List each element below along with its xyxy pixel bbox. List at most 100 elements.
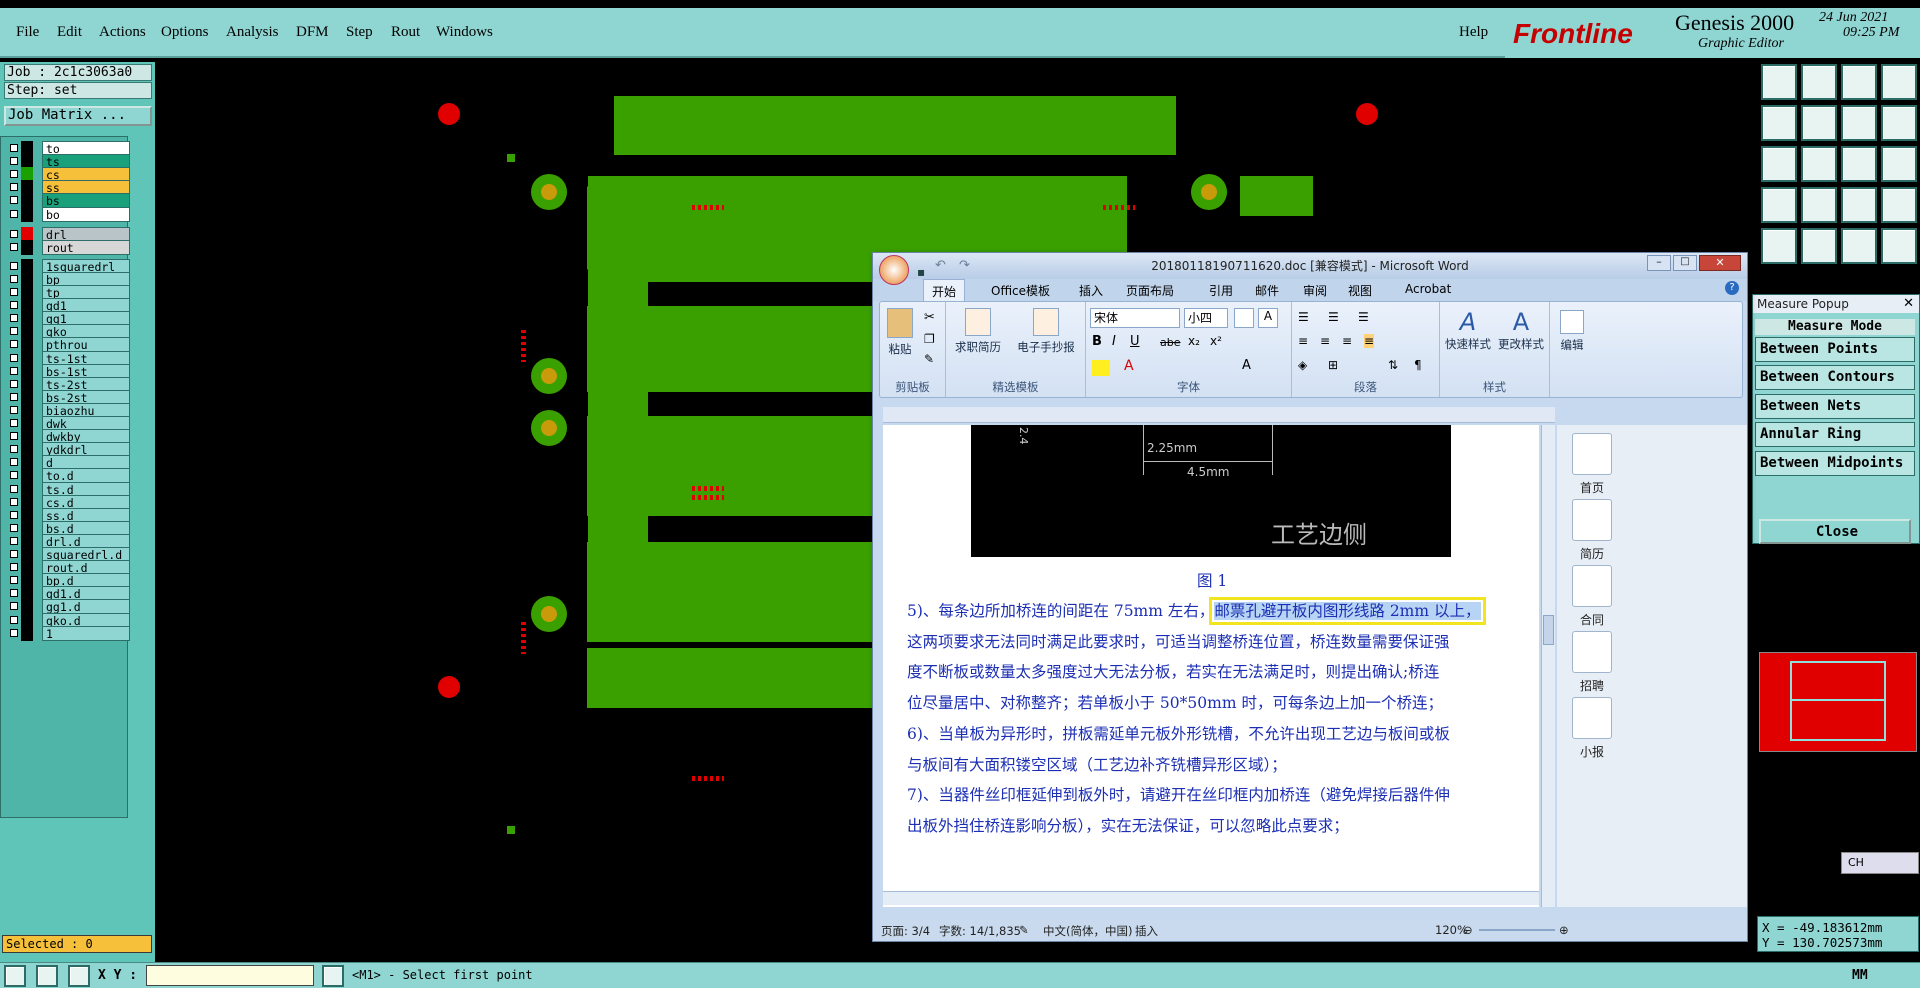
char-border-icon[interactable]: A: [1258, 308, 1278, 328]
route-icon[interactable]: [1801, 187, 1837, 223]
tab-view[interactable]: 视图: [1348, 282, 1372, 299]
change-styles-button[interactable]: A 更改样式: [1494, 308, 1548, 352]
between-nets-button[interactable]: Between Nets: [1755, 394, 1915, 419]
menu-edit[interactable]: Edit: [57, 24, 82, 41]
subscript-icon[interactable]: x₂: [1188, 334, 1200, 348]
layer-checkbox[interactable]: [10, 340, 18, 349]
close-icon[interactable]: ✕: [1903, 296, 1914, 311]
layer-checkbox[interactable]: [10, 301, 18, 310]
zoom-slider[interactable]: [1479, 929, 1555, 931]
units-label[interactable]: MM: [1852, 968, 1868, 983]
layer-checkbox[interactable]: [10, 157, 18, 166]
layer-checkbox[interactable]: [10, 183, 18, 192]
between-contours-button[interactable]: Between Contours: [1755, 365, 1915, 390]
sidebar-home[interactable]: 首页: [1569, 433, 1615, 496]
italic-icon[interactable]: I: [1112, 334, 1116, 349]
layer-color-swatch[interactable]: [21, 625, 33, 641]
layer-name[interactable]: rout: [42, 239, 130, 255]
cut-icon[interactable]: ✂: [924, 310, 935, 325]
layer-checkbox[interactable]: [10, 484, 18, 493]
sidebar-newsletter[interactable]: 小报: [1569, 697, 1615, 760]
menu-dfm[interactable]: DFM: [296, 24, 329, 41]
sidebar-contract[interactable]: 合同: [1569, 565, 1615, 628]
layer-name[interactable]: 1: [42, 625, 130, 641]
help-icon[interactable]: ?: [1725, 281, 1739, 295]
window-icon[interactable]: [1881, 64, 1917, 100]
highlight-icon[interactable]: [1092, 360, 1110, 376]
layer-checkbox[interactable]: [10, 576, 18, 585]
menu-step[interactable]: Step: [346, 24, 373, 41]
vertical-scrollbar[interactable]: [1541, 425, 1555, 907]
sort-icon[interactable]: ⇅: [1388, 358, 1398, 372]
layer-checkbox[interactable]: [10, 471, 18, 480]
measure-icon[interactable]: [36, 965, 58, 987]
borders-icon[interactable]: ⊞: [1328, 358, 1338, 372]
align-center-icon[interactable]: ≡: [1320, 334, 1330, 348]
save-icon[interactable]: [1801, 64, 1837, 100]
layer-checkbox[interactable]: [10, 242, 18, 251]
phonetic-icon[interactable]: [1234, 308, 1254, 328]
tab-mailings[interactable]: 邮件: [1255, 282, 1279, 299]
layer-row[interactable]: 1: [7, 625, 130, 641]
layer-name[interactable]: bo: [42, 206, 130, 222]
document-page[interactable]: 2.25mm 4.5mm 2.4 工艺边侧 图 1 5)、每条边所加桥连的间距在…: [883, 425, 1539, 907]
snap-icon[interactable]: [1761, 228, 1797, 264]
menu-help[interactable]: Help: [1459, 24, 1488, 41]
font-color-icon[interactable]: A: [1124, 358, 1134, 374]
layer-row[interactable]: rout: [7, 239, 130, 255]
layer-checkbox[interactable]: [10, 536, 18, 545]
layer-checkbox[interactable]: [10, 274, 18, 283]
font-size-select[interactable]: 小四: [1184, 308, 1228, 328]
netlist-icon[interactable]: [1841, 228, 1877, 264]
layer-checkbox[interactable]: [10, 327, 18, 336]
right-icon[interactable]: [1801, 105, 1837, 141]
layer-checkbox[interactable]: [10, 314, 18, 323]
layer-checkbox[interactable]: [10, 229, 18, 238]
align-left-icon[interactable]: ≡: [1298, 334, 1308, 348]
layer-checkbox[interactable]: [10, 419, 18, 427]
close-icon[interactable]: ✕: [1699, 255, 1741, 271]
numbering-icon[interactable]: ☰: [1328, 310, 1339, 324]
format-painter-icon[interactable]: ✎: [924, 352, 934, 366]
open-icon[interactable]: [1761, 64, 1797, 100]
sidebar-recruit[interactable]: 招聘: [1569, 631, 1615, 694]
annular-ring-button[interactable]: Annular Ring: [1755, 422, 1915, 447]
close-button[interactable]: Close: [1759, 519, 1911, 544]
tab-references[interactable]: 引用: [1209, 282, 1233, 299]
maximize-icon[interactable]: □: [1673, 255, 1697, 271]
language[interactable]: 中文(简体，中国): [1043, 923, 1132, 939]
layer-checkbox[interactable]: [10, 523, 18, 532]
pan-icon[interactable]: [1841, 105, 1877, 141]
layer-checkbox[interactable]: [10, 510, 18, 519]
word-count[interactable]: 字数: 14/1,835: [939, 923, 1021, 939]
layer-checkbox[interactable]: [10, 602, 18, 611]
menu-file[interactable]: File: [16, 24, 39, 41]
layer-checkbox[interactable]: [10, 144, 18, 152]
proofing-icon[interactable]: ✎: [1019, 923, 1029, 937]
layer-checkbox[interactable]: [10, 170, 18, 179]
office-button[interactable]: [879, 255, 909, 285]
tab-insert[interactable]: 插入: [1079, 282, 1103, 299]
menu-windows[interactable]: Windows: [436, 24, 493, 41]
page-count[interactable]: 页面: 3/4: [881, 923, 930, 939]
ime-indicator[interactable]: CH: [1841, 852, 1919, 874]
highlighted-text[interactable]: 邮票孔避开板内图形线路 2mm 以上，: [1209, 597, 1486, 625]
left-icon[interactable]: [1761, 105, 1797, 141]
font-name-select[interactable]: 宋体: [1090, 308, 1180, 328]
multilevel-icon[interactable]: ☰: [1358, 310, 1369, 324]
layer-checkbox[interactable]: [10, 432, 18, 441]
layer-checkbox[interactable]: [10, 209, 18, 218]
layer-checkbox[interactable]: [10, 353, 18, 362]
tab-acrobat[interactable]: Acrobat: [1405, 282, 1451, 296]
scroll-thumb[interactable]: [1543, 615, 1554, 645]
layer-checkbox[interactable]: [10, 288, 18, 296]
layer-checkbox[interactable]: [10, 458, 18, 467]
bullets-icon[interactable]: ☰: [1298, 310, 1309, 324]
fill-icon[interactable]: [1881, 228, 1917, 264]
editing-button[interactable]: 编辑: [1554, 310, 1590, 353]
tab-review[interactable]: 审阅: [1303, 282, 1327, 299]
zoom-icon[interactable]: [4, 965, 26, 987]
panel-icon[interactable]: [1841, 187, 1877, 223]
superscript-icon[interactable]: x²: [1210, 334, 1222, 348]
font-grow-icon[interactable]: A: [1242, 358, 1251, 373]
